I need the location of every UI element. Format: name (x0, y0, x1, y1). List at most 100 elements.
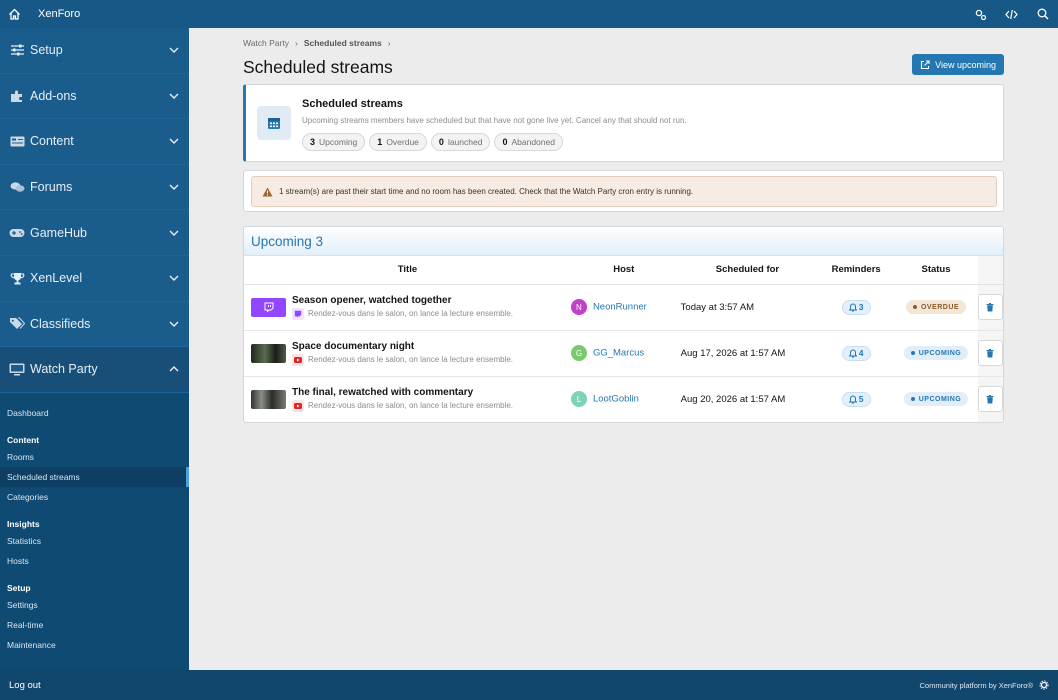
col-host: Host (570, 256, 677, 285)
chevron-down-icon (167, 271, 181, 285)
sidebar-item-hosts[interactable]: Hosts (0, 551, 189, 571)
settings-cog-icon[interactable] (965, 0, 996, 28)
twitch-icon (264, 302, 273, 312)
nav-section-watch-party[interactable]: Watch Party (0, 347, 189, 393)
nav-section-label: XenLevel (30, 271, 83, 286)
avatar[interactable]: G (570, 345, 587, 361)
stat-label: Overdue (386, 137, 419, 147)
monitor-icon (8, 362, 26, 376)
warning-text: 1 stream(s) are past their start time an… (279, 187, 694, 196)
brand-link[interactable]: XenForo (38, 8, 80, 20)
footer: Log out Community platform by XenForo® (0, 670, 1058, 700)
nav-section-forums[interactable]: Forums (0, 164, 189, 211)
nav-section-label: Watch Party (30, 362, 98, 377)
nav-section-classifieds[interactable]: Classifieds (0, 301, 189, 348)
stat-pill-launched: 0 launched (430, 133, 491, 151)
chevron-down-icon (167, 134, 181, 148)
reminders-badge: 5 (841, 391, 871, 407)
logout-link[interactable]: Log out (9, 680, 41, 691)
stat-label: Abandoned (511, 137, 555, 147)
breadcrumb-item[interactable]: Scheduled streams (304, 38, 382, 48)
block-heading: Upcoming 3 (244, 227, 1003, 256)
home-icon[interactable] (0, 0, 28, 28)
video-thumbnail[interactable] (251, 343, 286, 363)
col-scheduled: Scheduled for (676, 256, 819, 285)
style-chooser-icon[interactable] (1039, 680, 1049, 690)
sidebar-item-scheduled-streams[interactable]: Scheduled streams (0, 466, 189, 487)
nav-section-setup[interactable]: Setup (0, 28, 189, 74)
reminder-count: 5 (858, 394, 864, 405)
nav-section-xenlevel[interactable]: XenLevel (0, 255, 189, 302)
search-icon[interactable] (1027, 0, 1058, 28)
nav-section-label: Content (30, 134, 74, 149)
sidebar-item-categories[interactable]: Categories (0, 487, 189, 507)
avatar[interactable]: L (570, 391, 587, 408)
sidebar-item-real-time[interactable]: Real-time (0, 615, 189, 635)
code-icon[interactable] (996, 0, 1027, 28)
status-badge: UPCOMING (903, 392, 969, 407)
reminders-badge: 3 (841, 299, 871, 315)
info-box: Scheduled streams Upcoming streams membe… (243, 84, 1004, 162)
sidebar-item-dashboard[interactable]: Dashboard (0, 403, 189, 423)
status-badge: UPCOMING (903, 346, 969, 360)
stat-count: 0 (502, 137, 508, 147)
sidebar: Setup Add-ons Content Forums GameHub Xen… (0, 28, 189, 670)
video-thumbnail[interactable] (251, 389, 286, 409)
footer-credit[interactable]: Community platform by XenForo® (920, 681, 1033, 690)
sidebar-header-content: Content (7, 434, 40, 445)
sidebar-item-statistics[interactable]: Statistics (0, 531, 189, 551)
stat-pill-abandoned: 0 Abandoned (494, 133, 563, 151)
status-badge: OVERDUE (905, 300, 967, 314)
status-text: UPCOMING (918, 349, 962, 357)
nav-section-add-ons[interactable]: Add-ons (0, 73, 189, 120)
stream-title[interactable]: Season opener, watched together (292, 295, 513, 306)
youtube-icon (292, 399, 304, 412)
stream-description: Rendez-vous dans le salon, on lance la l… (308, 355, 514, 364)
top-bar: XenForo (0, 0, 1058, 28)
reminder-count: 3 (858, 302, 864, 312)
chevron-right-icon: › (294, 38, 298, 48)
content-icon (8, 134, 26, 148)
sidebar-header-setup: Setup (7, 582, 31, 593)
table-row: Season opener, watched together Rendez-v… (244, 284, 1003, 331)
tags-icon (8, 317, 26, 331)
status-text: UPCOMING (918, 395, 962, 403)
sidebar-item-rooms[interactable]: Rooms (0, 447, 189, 467)
host-link[interactable]: LootGoblin (593, 394, 639, 405)
chevron-down-icon (167, 317, 181, 331)
host-link[interactable]: NeonRunner (593, 302, 647, 313)
chevron-right-icon: › (387, 38, 391, 48)
nav-section-gamehub[interactable]: GameHub (0, 210, 189, 256)
chevron-up-icon (167, 362, 181, 376)
nav-section-content[interactable]: Content (0, 119, 189, 165)
bell-icon (848, 302, 857, 311)
info-heading: Scheduled streams (302, 98, 403, 110)
sidebar-item-maintenance[interactable]: Maintenance (0, 635, 189, 655)
trophy-icon (8, 271, 26, 285)
table-row: Space documentary night Rendez-vous dans… (244, 330, 1003, 377)
external-link-icon (921, 59, 930, 69)
stat-count: 3 (310, 137, 316, 147)
reminders-badge: 4 (841, 345, 871, 361)
stream-title[interactable]: The final, rewatched with commentary (292, 387, 513, 398)
upcoming-block: Upcoming 3 Title Host Scheduled for Remi… (243, 226, 1004, 423)
delete-button[interactable] (977, 340, 1003, 366)
stat-pill-overdue: 1 Overdue (369, 133, 427, 151)
sidebar-item-settings[interactable]: Settings (0, 595, 189, 615)
breadcrumb-item[interactable]: Watch Party (243, 38, 289, 48)
view-upcoming-button[interactable]: View upcoming (912, 54, 1004, 75)
trash-icon (986, 394, 994, 404)
warning-message: 1 stream(s) are past their start time an… (251, 176, 997, 207)
delete-button[interactable] (977, 386, 1003, 413)
sidebar-header-insights: Insights (7, 518, 40, 529)
stream-title[interactable]: Space documentary night (292, 341, 513, 352)
delete-button[interactable] (977, 294, 1003, 320)
reminder-count: 4 (858, 348, 864, 358)
youtube-icon (292, 353, 304, 366)
avatar[interactable]: N (570, 299, 587, 315)
host-link[interactable]: GG_Marcus (593, 348, 644, 359)
sliders-icon (8, 43, 26, 57)
page-title: Scheduled streams (243, 57, 393, 77)
twitch-thumbnail[interactable] (251, 297, 286, 317)
trash-icon (986, 348, 994, 357)
